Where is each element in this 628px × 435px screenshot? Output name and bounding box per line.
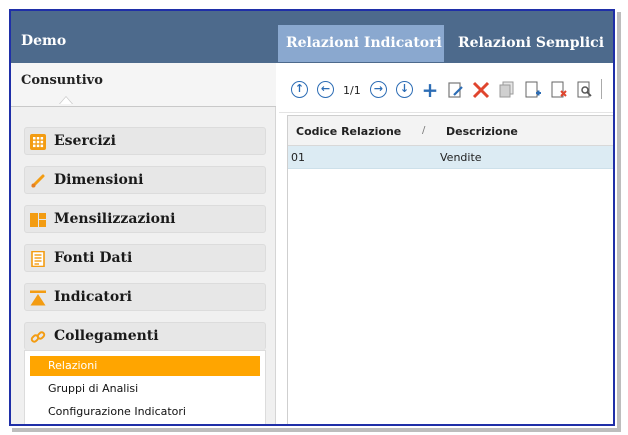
document-icon [31,251,45,267]
collegamenti-submenu: Relazioni Gruppi di Analisi Configurazio… [24,350,266,424]
app-title: Demo [21,33,67,49]
column-header-codice-relazione[interactable]: Codice Relazione [296,125,401,138]
grid-icon [30,134,46,150]
sidebar: Consuntivo Esercizi Dimensioni Mensilizz… [11,63,276,424]
last-page-icon[interactable]: ↓ [396,81,413,98]
submenu-item-gruppi-di-analisi[interactable]: Gruppi di Analisi [30,379,138,399]
sidebar-item-indicatori[interactable]: Indicatori [24,283,266,311]
delete-icon[interactable] [472,81,490,99]
add-icon[interactable]: + [421,80,439,100]
sidebar-item-label: Fonti Dati [54,250,133,266]
sidebar-item-fonti-dati[interactable]: Fonti Dati [24,244,266,272]
sort-indicator[interactable]: / [422,125,425,136]
sidebar-title: Consuntivo [21,73,103,88]
sidebar-header[interactable]: Consuntivo [11,63,276,107]
column-header-descrizione[interactable]: Descrizione [446,125,518,138]
next-page-icon[interactable]: → [370,81,387,98]
remove-document-icon[interactable] [550,81,568,99]
cell-codice: 01 [291,151,305,164]
frame-shadow-bottom [12,428,621,432]
grid-toolbar: ↑ ← 1/1 → ↓ + [279,63,613,113]
toolbar-divider [601,79,602,99]
relazioni-grid: Codice Relazione / Descrizione 01 Vendit… [287,115,613,424]
indicator-icon [30,290,46,306]
copy-icon[interactable] [498,81,516,99]
sidebar-item-esercizi[interactable]: Esercizi [24,127,266,155]
tab-relazioni-semplici[interactable]: Relazioni Semplici [450,25,612,62]
submenu-item-relazioni[interactable]: Relazioni [30,356,260,376]
prev-page-icon[interactable]: ← [317,81,334,98]
link-icon [30,331,46,343]
edit-icon[interactable] [447,81,465,99]
sidebar-item-collegamenti[interactable]: Collegamenti [24,322,266,350]
first-page-icon[interactable]: ↑ [291,81,308,98]
sidebar-item-label: Collegamenti [54,328,159,344]
pager-indicator: 1/1 [343,84,361,97]
caret-up-icon [59,96,73,104]
new-document-icon[interactable] [524,81,542,99]
submenu-item-configurazione-indicatori[interactable]: Configurazione Indicatori [30,402,186,422]
table-row[interactable]: 01 Vendite [288,146,613,169]
sidebar-item-label: Mensilizzazioni [54,211,176,227]
sidebar-item-dimensioni[interactable]: Dimensioni [24,166,266,194]
sidebar-item-mensilizzazioni[interactable]: Mensilizzazioni [24,205,266,233]
preview-icon[interactable] [576,81,594,99]
sidebar-item-label: Dimensioni [54,172,144,188]
pencil-icon [31,174,45,188]
layout-icon [30,213,46,227]
sidebar-item-label: Indicatori [54,289,132,305]
cell-descrizione: Vendite [440,151,482,164]
grid-header: Codice Relazione / Descrizione [288,116,613,146]
top-bar: Demo Relazioni Indicatori Relazioni Semp… [11,11,613,63]
tab-relazioni-indicatori[interactable]: Relazioni Indicatori [278,25,444,62]
frame-shadow-right [617,12,621,430]
app-window: Demo Relazioni Indicatori Relazioni Semp… [9,9,615,426]
sidebar-item-label: Esercizi [54,133,116,149]
